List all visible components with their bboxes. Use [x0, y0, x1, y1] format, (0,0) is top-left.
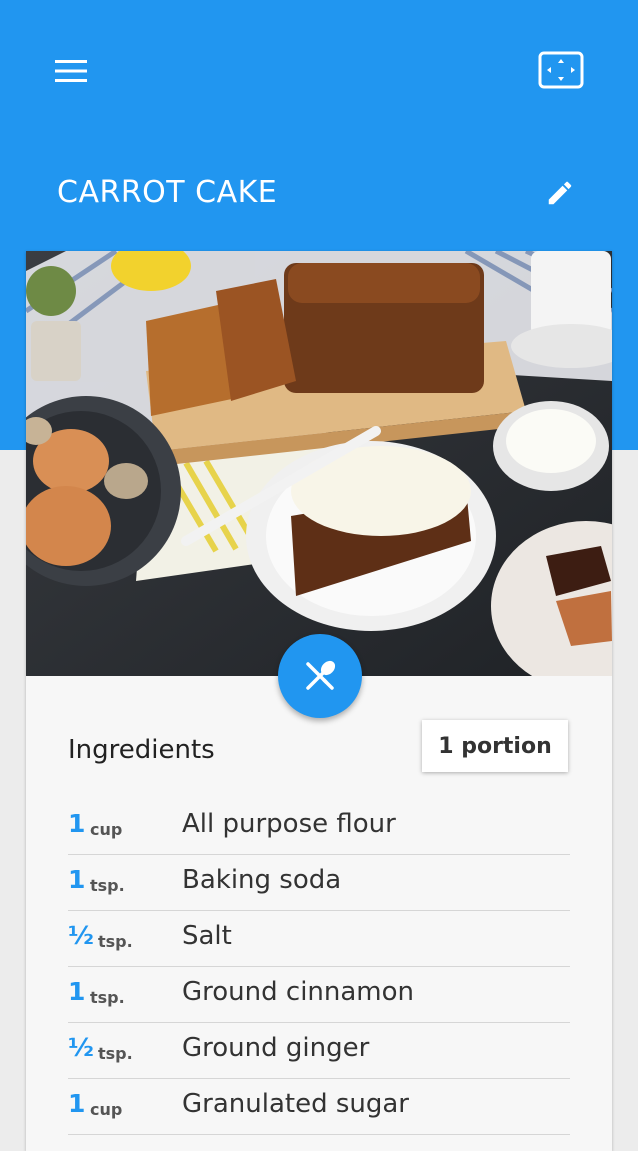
ingredient-name: Baking soda — [182, 865, 342, 895]
ingredient-row: ½ tsp. Ground ginger — [68, 1023, 570, 1079]
hamburger-menu-icon — [55, 60, 87, 82]
ingredient-name: All purpose flour — [182, 809, 396, 839]
ingredient-name: Ground ginger — [182, 1033, 370, 1063]
utensils-fab[interactable] — [278, 634, 362, 718]
ingredient-name: Salt — [182, 921, 232, 951]
ingredient-unit: cup — [90, 820, 123, 839]
carrot-cake-photo — [26, 251, 612, 676]
ingredient-row: 1 tsp. Baking soda — [68, 855, 570, 911]
ingredient-unit: tsp. — [90, 876, 125, 895]
ingredient-quantity: ½ — [68, 1033, 94, 1062]
ingredients-list: 1 cup All purpose flour 1 tsp. Baking so… — [68, 799, 570, 1135]
ingredient-row: 1 cup All purpose flour — [68, 799, 570, 855]
ingredient-name: Granulated sugar — [182, 1089, 409, 1119]
edit-button[interactable] — [535, 168, 585, 218]
ingredient-unit: tsp. — [98, 1044, 133, 1063]
ingredient-quantity: 1 — [68, 977, 86, 1006]
pencil-icon — [548, 181, 572, 205]
utensils-icon — [306, 660, 336, 690]
ingredient-quantity: ½ — [68, 921, 94, 950]
ingredients-heading: Ingredients — [68, 735, 215, 765]
portion-button[interactable]: 1 portion — [422, 720, 568, 772]
ingredient-row: 1 cup Granulated sugar — [68, 1079, 570, 1135]
ingredient-unit: cup — [90, 1100, 123, 1119]
fullscreen-icon — [538, 51, 584, 89]
ingredient-name: Ground cinnamon — [182, 977, 415, 1007]
fullscreen-button[interactable] — [530, 42, 592, 98]
ingredient-row: 1 tsp. Ground cinnamon — [68, 967, 570, 1023]
ingredient-unit: tsp. — [90, 988, 125, 1007]
ingredient-quantity: 1 — [68, 809, 86, 838]
page-title: CARROT CAKE — [57, 175, 278, 210]
ingredient-quantity: 1 — [68, 1089, 86, 1118]
ingredient-unit: tsp. — [98, 932, 133, 951]
menu-button[interactable] — [46, 46, 96, 96]
ingredient-quantity: 1 — [68, 865, 86, 894]
ingredient-row: ½ tsp. Salt — [68, 911, 570, 967]
recipe-card: Ingredients 1 portion 1 cup All purpose … — [26, 251, 612, 1151]
